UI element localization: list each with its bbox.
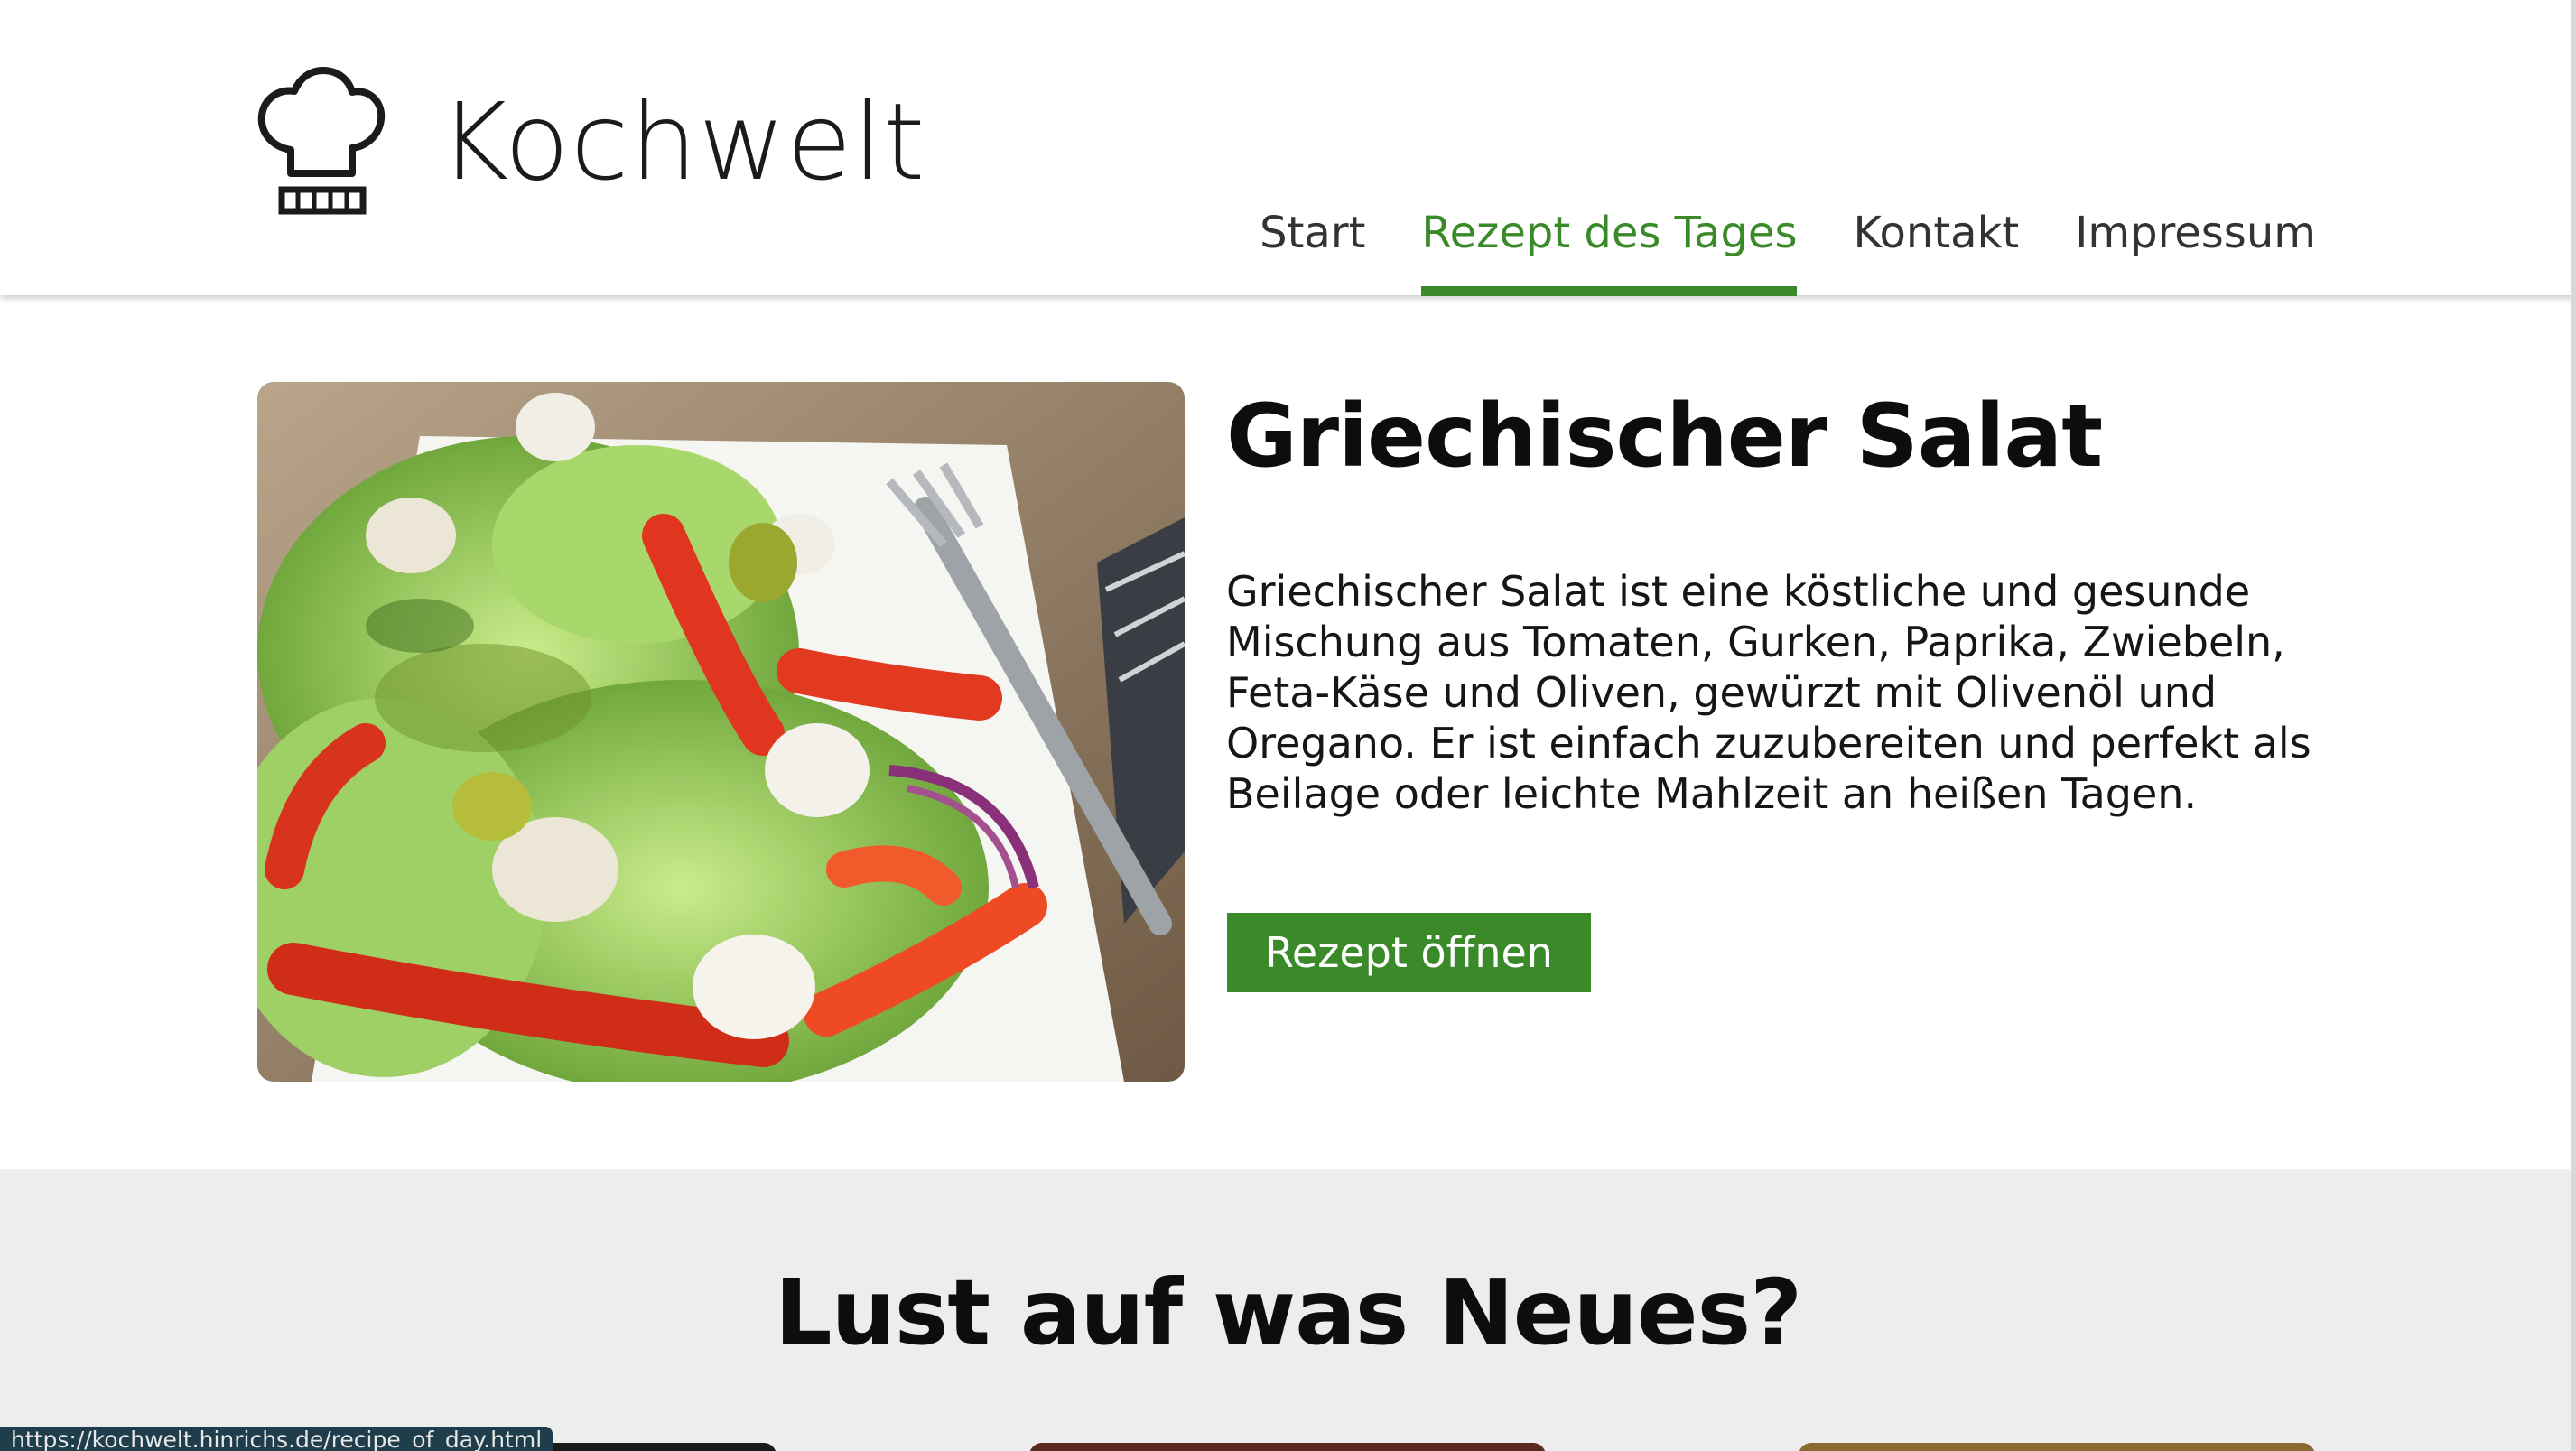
discover-title: Lust auf was Neues? [774,1260,1802,1365]
recipe-title: Griechischer Salat [1226,386,2103,487]
link-status-bar: https://kochwelt.hinrichs.de/recipe_of_d… [0,1427,553,1451]
nav-item-start[interactable]: Start [1260,197,1365,296]
recipe-card[interactable] [1799,1443,2315,1451]
site-header: Kochwelt Start Rezept des Tages Kontakt … [0,0,2576,296]
recipe-image[interactable] [257,382,1185,1082]
recipe-description: Griechischer Salat ist eine köstliche un… [1226,567,2311,818]
chef-hat-icon [257,67,386,215]
recipe-of-day-section: Griechischer Salat Griechischer Salat is… [0,295,2576,1169]
salad-photo [257,382,1185,1082]
open-recipe-button[interactable]: Rezept öffnen [1227,913,1591,992]
nav-item-imprint[interactable]: Impressum [2075,197,2316,296]
recipe-card[interactable] [1029,1443,1546,1451]
discover-section: Lust auf was Neues? [0,1169,2576,1451]
site-logo[interactable]: Kochwelt [255,65,926,219]
window-edge [2571,0,2576,1451]
nav-item-recipe-of-day[interactable]: Rezept des Tages [1421,197,1798,296]
brand-name: Kochwelt [439,79,926,204]
nav-item-contact[interactable]: Kontakt [1853,197,2019,296]
page: Kochwelt Start Rezept des Tages Kontakt … [0,0,2576,1451]
main-nav: Start Rezept des Tages Kontakt Impressum [1260,197,2316,296]
